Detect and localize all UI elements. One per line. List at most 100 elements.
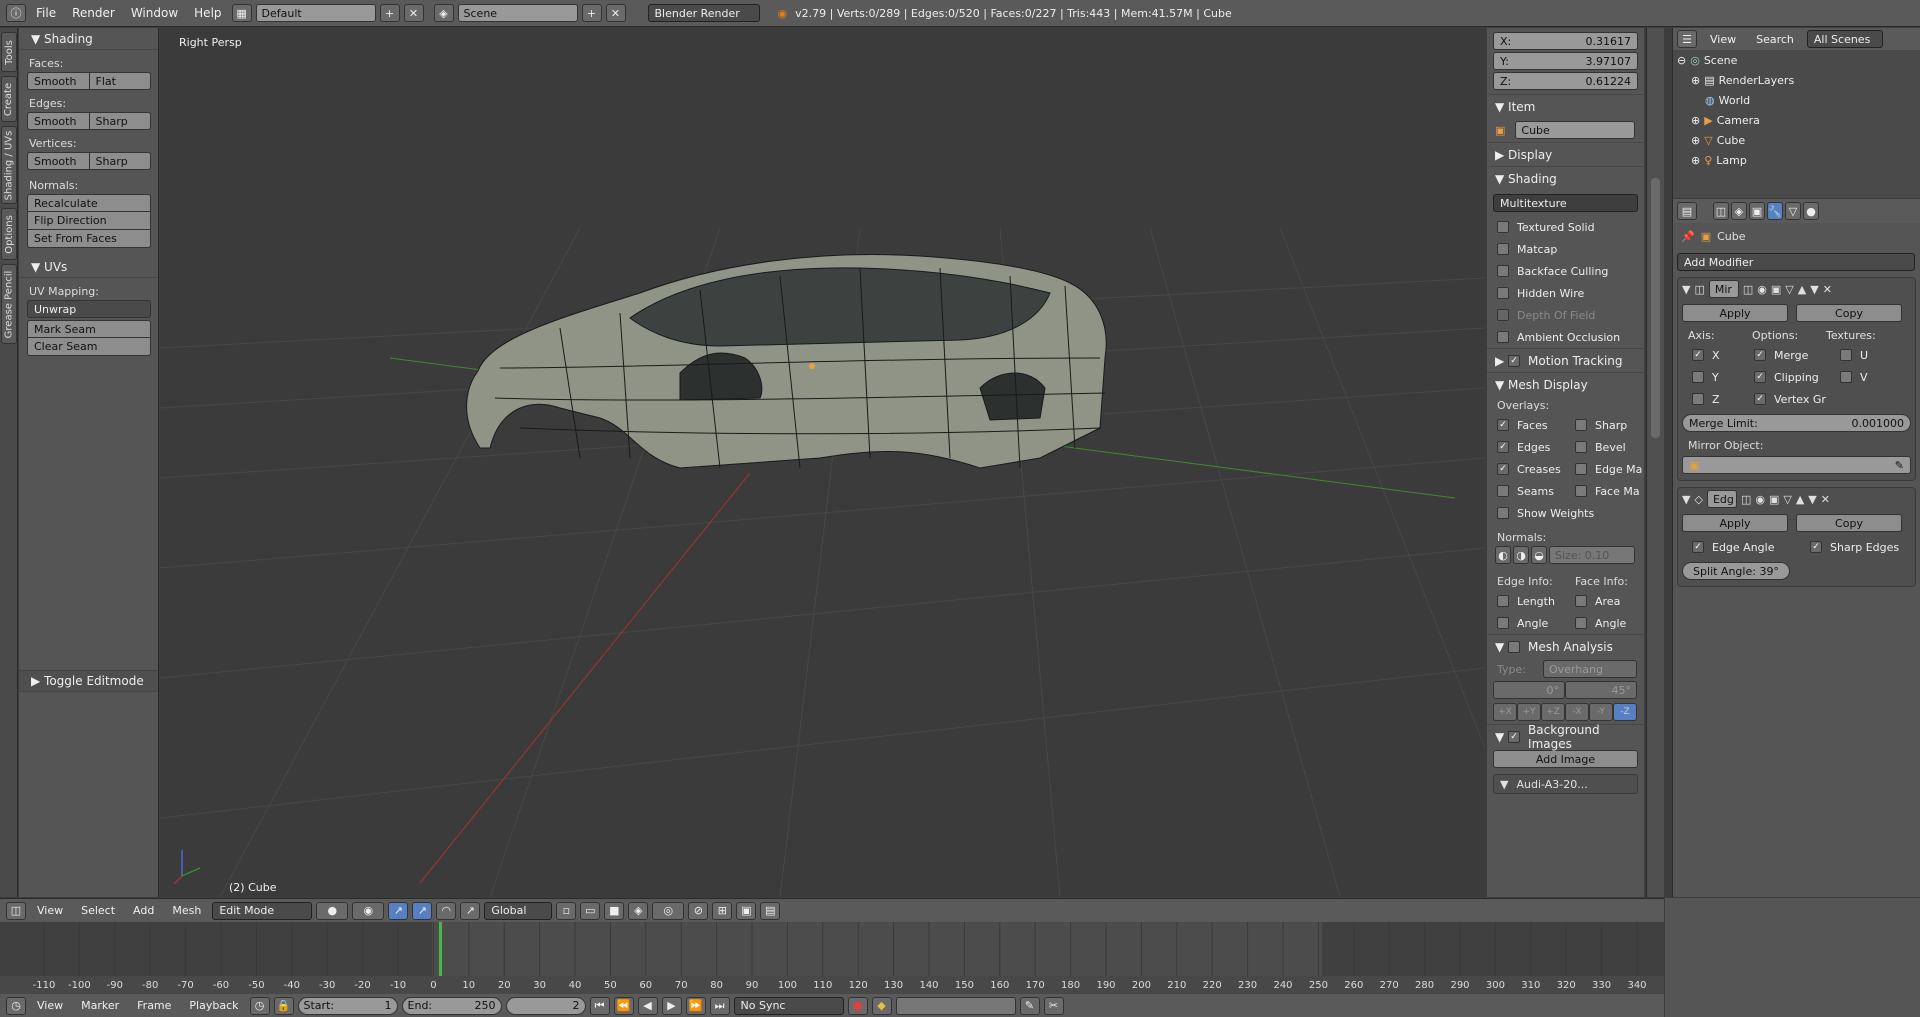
add-layout-icon[interactable]: + <box>379 4 400 22</box>
texture-u-checkbox[interactable]: U <box>1830 344 1868 366</box>
viewport-shading-icon[interactable]: ● <box>316 901 349 920</box>
merge-checkbox[interactable]: ✓ Merge <box>1744 344 1830 366</box>
viewport-toggle-icon[interactable]: ◉ <box>1757 283 1767 296</box>
face-angle-checkbox[interactable]: Angle <box>1565 612 1643 634</box>
scene-tab-icon[interactable]: ◈ <box>1731 202 1747 220</box>
edges-overlay-checkbox[interactable]: ✓ Edges <box>1487 436 1565 458</box>
info-editor-icon[interactable]: ⓘ <box>6 4 26 22</box>
interaction-mode-select[interactable]: Edit Mode <box>212 901 313 920</box>
scene-icon[interactable]: ◈ <box>433 4 454 22</box>
edge-edit-mode-toggle-icon[interactable]: ▣ <box>1769 493 1779 506</box>
vertices-smooth-button[interactable]: Smooth <box>27 152 90 170</box>
outliner-item-lamp[interactable]: ⊕ ♀ Lamp <box>1673 150 1920 170</box>
viewport-menu-view[interactable]: View <box>30 904 70 917</box>
edge-split-name-field[interactable]: Edg <box>1706 490 1737 508</box>
proportional-edit-icon[interactable]: ◎ <box>652 901 685 920</box>
z-location-field[interactable]: Z: 0.61224 <box>1493 72 1638 90</box>
manipulator-icon[interactable]: ↗ <box>388 901 409 920</box>
viewport-menu-add[interactable]: Add <box>126 904 161 917</box>
faces-smooth-button[interactable]: Smooth <box>27 72 90 90</box>
shading-panel-header[interactable]: ▼ Shading <box>19 28 158 50</box>
layout-field[interactable]: Default <box>255 4 376 22</box>
outliner-item-scene[interactable]: ⊖ ◎ Scene <box>1673 50 1920 70</box>
mirror-apply-button[interactable]: Apply <box>1682 304 1788 322</box>
shading-mode-select[interactable]: Multitexture <box>1493 194 1638 212</box>
edge-viewport-toggle-icon[interactable]: ◉ <box>1755 493 1765 506</box>
scale-manipulator-icon[interactable]: ↗ <box>460 901 481 920</box>
face-marks-overlay-checkbox[interactable]: Face Ma <box>1565 480 1643 502</box>
loop-normals-icon[interactable]: ◑ <box>1513 546 1529 564</box>
mark-seam-button[interactable]: Mark Seam <box>27 320 151 338</box>
overhang-min-field[interactable]: 0° <box>1493 681 1565 699</box>
jump-keyframe-forward-icon[interactable]: ⏩ <box>685 996 706 1015</box>
collapse-edge-split-icon[interactable]: ▼ <box>1682 493 1690 506</box>
modifier-tab-icon[interactable]: 🔧 <box>1767 202 1783 220</box>
toggle-editmode-panel[interactable]: ▶ Toggle Editmode <box>19 670 158 692</box>
outliner-editor-icon[interactable]: ☰ <box>1677 30 1697 48</box>
backface-culling-checkbox[interactable]: Backface Culling <box>1487 260 1644 282</box>
texture-v-checkbox[interactable]: V <box>1830 366 1868 388</box>
menu-window[interactable]: Window <box>125 6 184 20</box>
move-down-icon[interactable]: ▼ <box>1810 283 1818 296</box>
seams-overlay-checkbox[interactable]: Seams <box>1487 480 1565 502</box>
ambient-occlusion-checkbox[interactable]: Ambient Occlusion <box>1487 326 1644 348</box>
timeline-menu-marker[interactable]: Marker <box>74 999 126 1012</box>
timeline-area[interactable]: -110 -100 -90 -80 -70 -60 -50 -40 -30 -20 -10 0 10 20… <box>0 922 1664 995</box>
textured-solid-checkbox[interactable]: Textured Solid <box>1487 216 1644 238</box>
face-normals-icon[interactable]: ◒ <box>1531 546 1547 564</box>
axis-plus-y-button[interactable]: +Y <box>1517 703 1541 721</box>
edges-sharp-button[interactable]: Sharp <box>89 112 151 130</box>
play-reverse-icon[interactable]: ◀ <box>637 996 658 1015</box>
faces-flat-button[interactable]: Flat <box>89 72 151 90</box>
edge-split-copy-button[interactable]: Copy <box>1796 514 1902 532</box>
record-icon[interactable]: ● <box>847 996 868 1015</box>
data-tab-icon[interactable]: ▽ <box>1785 202 1801 220</box>
faces-overlay-checkbox[interactable]: ✓ Faces <box>1487 414 1565 436</box>
edge-move-up-icon[interactable]: ▲ <box>1796 493 1804 506</box>
shading-panel-header-n[interactable]: ▼ Shading <box>1487 166 1644 190</box>
edge-move-down-icon[interactable]: ▼ <box>1808 493 1816 506</box>
jump-end-icon[interactable]: ⏭ <box>709 996 730 1015</box>
outliner-menu-view[interactable]: View <box>1703 33 1743 46</box>
start-frame-field[interactable]: Start: 1 <box>297 996 398 1015</box>
bevel-overlay-checkbox[interactable]: Bevel <box>1565 436 1643 458</box>
remove-layout-icon[interactable]: ✕ <box>403 4 424 22</box>
flip-direction-button[interactable]: Flip Direction <box>27 212 151 230</box>
timeline-editor-icon[interactable]: ◷ <box>6 996 26 1015</box>
vertex-groups-checkbox[interactable]: ✓ Vertex Gr <box>1744 388 1830 410</box>
tab-shading-uvs[interactable]: Shading / UVs <box>1 126 17 204</box>
item-name-field[interactable]: Cube <box>1515 121 1636 139</box>
edges-smooth-button[interactable]: Smooth <box>27 112 90 130</box>
axis-minus-z-button[interactable]: -Z <box>1613 703 1637 721</box>
jump-start-icon[interactable]: ⏮ <box>589 996 610 1015</box>
keying-set-icon[interactable]: ◆ <box>871 996 892 1015</box>
move-up-icon[interactable]: ▲ <box>1798 283 1806 296</box>
axis-plus-x-button[interactable]: +X <box>1493 703 1517 721</box>
face-select-icon[interactable]: ■ <box>604 901 625 920</box>
opengl-render-icon[interactable]: ▣ <box>736 901 757 920</box>
display-panel-header[interactable]: ▶ Display <box>1487 142 1644 166</box>
properties-editor-icon[interactable]: ▤ <box>1677 202 1697 220</box>
uvs-panel-header[interactable]: ▼ UVs <box>19 256 158 278</box>
render-engine-select[interactable]: Blender Render <box>647 4 760 22</box>
x-location-field[interactable]: X: 0.31617 <box>1493 32 1638 50</box>
tab-options[interactable]: Options <box>1 208 17 260</box>
transform-orientation-select[interactable]: Global <box>484 901 553 920</box>
pivot-point-icon[interactable]: ◉ <box>352 901 385 920</box>
unwrap-menu[interactable]: Unwrap <box>27 300 151 318</box>
recalculate-button[interactable]: Recalculate <box>27 194 151 212</box>
opengl-anim-icon[interactable]: ▤ <box>760 901 781 920</box>
mirror-copy-button[interactable]: Copy <box>1796 304 1902 322</box>
collapse-image-icon[interactable]: ▼ <box>1500 778 1508 791</box>
clipping-checkbox[interactable]: ✓ Clipping <box>1744 366 1830 388</box>
mirror-object-field[interactable]: ▣ ✎ <box>1682 456 1911 474</box>
snap-element-icon[interactable]: ⊞ <box>712 901 733 920</box>
outliner-item-camera[interactable]: ⊕ ▶ Camera <box>1673 110 1920 130</box>
show-weights-checkbox[interactable]: Show Weights <box>1487 502 1644 524</box>
remove-edge-split-icon[interactable]: ✕ <box>1821 493 1830 506</box>
face-area-checkbox[interactable]: Area <box>1565 590 1643 612</box>
eyedropper-icon[interactable]: ✎ <box>1895 459 1904 472</box>
remove-scene-icon[interactable]: ✕ <box>605 4 626 22</box>
edge-angle-checkbox[interactable]: Angle <box>1487 612 1565 634</box>
menu-file[interactable]: File <box>30 6 62 20</box>
